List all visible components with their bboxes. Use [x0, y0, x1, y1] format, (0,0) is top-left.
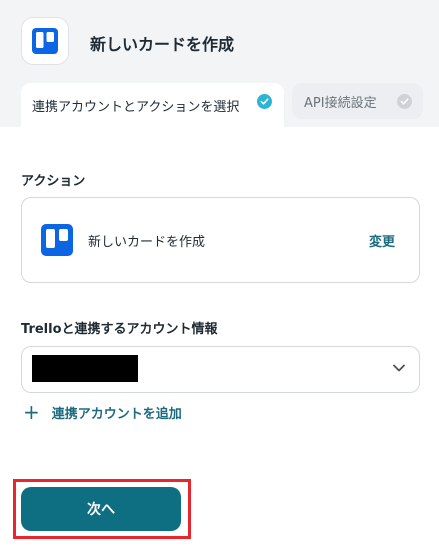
check-circle-icon — [257, 94, 272, 109]
page-title: 新しいカードを作成 — [90, 35, 235, 54]
action-card: 新しいカードを作成 変更 — [21, 197, 420, 283]
tab-api-settings[interactable]: API接続設定 — [292, 83, 423, 119]
trello-icon — [41, 224, 73, 256]
account-section-label: Trelloと連携するアカウント情報 — [21, 322, 218, 337]
plus-icon: + — [23, 400, 40, 424]
add-account-link[interactable]: + 連携アカウントを追加 — [23, 402, 182, 422]
app-icon — [21, 17, 69, 65]
add-account-label: 連携アカウントを追加 — [51, 406, 182, 422]
next-button[interactable]: 次へ — [21, 487, 181, 531]
check-circle-icon — [397, 94, 412, 109]
tab-label: API接続設定 — [304, 95, 377, 111]
change-action-link[interactable]: 変更 — [369, 231, 395, 250]
chevron-down-icon — [393, 364, 405, 372]
tab-label: 連携アカウントとアクションを選択 — [32, 99, 240, 115]
action-name: 新しいカードを作成 — [88, 235, 206, 250]
action-section-label: アクション — [21, 174, 86, 189]
trello-icon — [32, 28, 58, 54]
account-select[interactable] — [21, 346, 420, 393]
tab-select-account-action[interactable]: 連携アカウントとアクションを選択 — [21, 83, 284, 127]
redacted-account-value — [32, 355, 138, 382]
